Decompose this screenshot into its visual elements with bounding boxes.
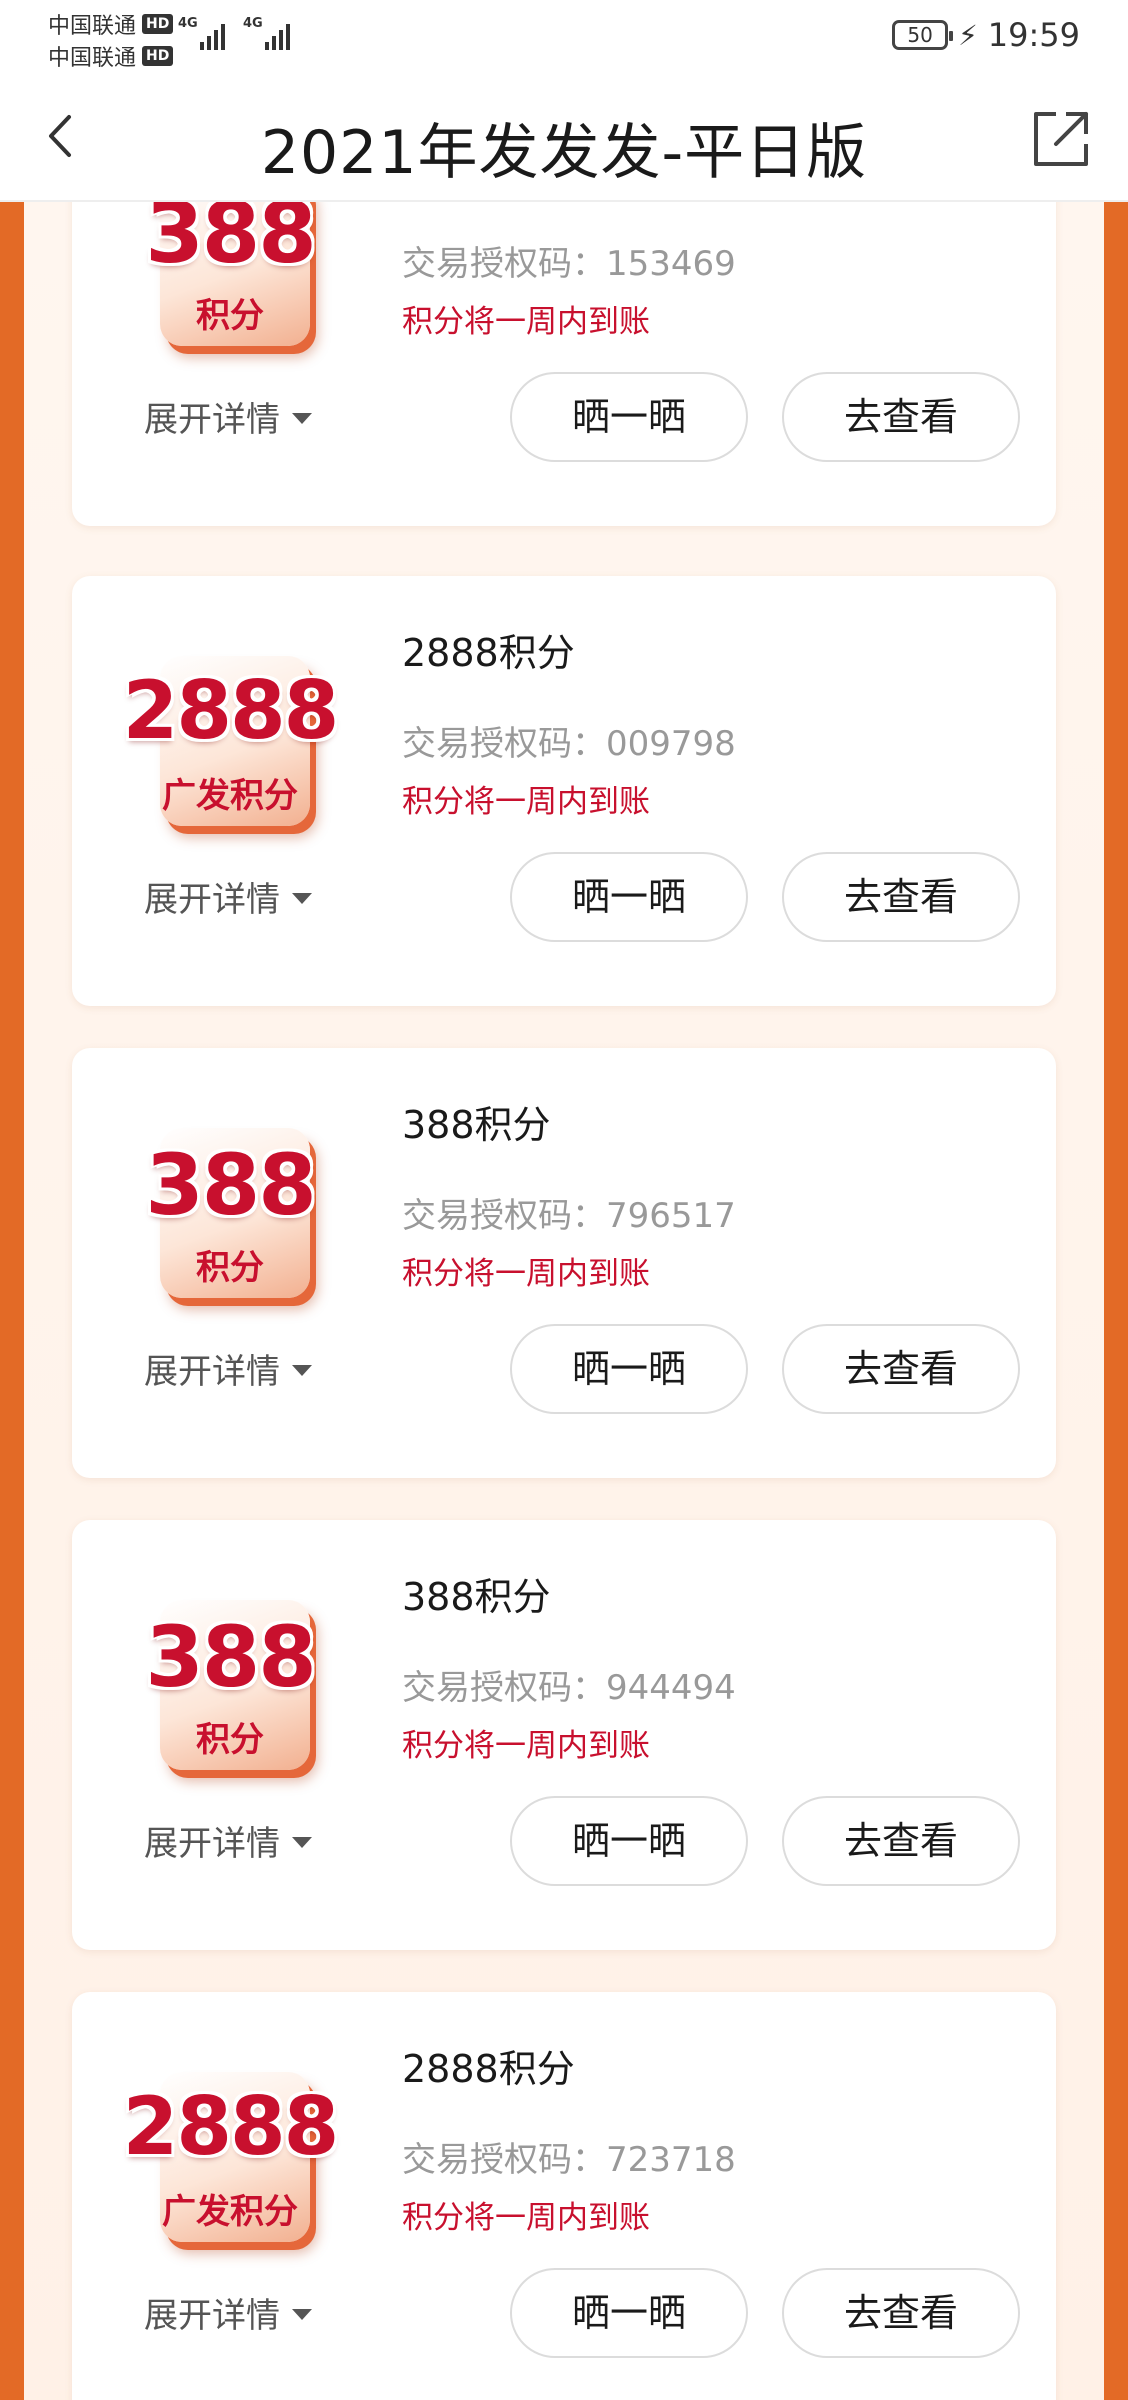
auth-code: 交易授权码：009798 bbox=[402, 724, 736, 764]
signal-icon: 4G bbox=[178, 16, 225, 50]
hd-badge-1: HD bbox=[142, 14, 174, 34]
auth-code: 交易授权码：723718 bbox=[402, 2140, 736, 2180]
points-badge-icon: 388 积分 bbox=[130, 1108, 330, 1318]
badge-unit: 积分 bbox=[196, 296, 264, 336]
network-type-2: 4G bbox=[243, 16, 263, 31]
signal-indicators: 4G 4G bbox=[178, 16, 290, 50]
badge-points: 2888 bbox=[122, 664, 340, 757]
caret-down-icon bbox=[292, 413, 312, 424]
arrival-note: 积分将一周内到账 bbox=[402, 1256, 650, 1292]
arrival-note: 积分将一周内到账 bbox=[402, 784, 650, 820]
points-badge-icon: 388 积分 bbox=[130, 1580, 330, 1790]
external-link-icon bbox=[1034, 112, 1088, 166]
expand-details-toggle[interactable]: 展开详情 bbox=[144, 872, 312, 921]
view-button[interactable]: 去查看 bbox=[782, 1796, 1020, 1886]
reward-card: 2888 广发积分 2888积分 交易授权码：009798 积分将一周内到账 展… bbox=[72, 576, 1056, 1006]
expand-label: 展开详情 bbox=[144, 1824, 280, 1864]
battery-icon: 50 bbox=[892, 20, 954, 50]
external-share-button[interactable] bbox=[1028, 106, 1094, 172]
share-button[interactable]: 晒一晒 bbox=[510, 2268, 748, 2358]
badge-unit: 积分 bbox=[196, 1720, 264, 1760]
badge-unit: 广发积分 bbox=[162, 2192, 298, 2232]
badge-unit: 积分 bbox=[196, 1248, 264, 1288]
card-title: 2888积分 bbox=[402, 2047, 575, 2091]
badge-points: 388 bbox=[145, 1136, 316, 1234]
expand-label: 展开详情 bbox=[144, 1352, 280, 1392]
card-title: 388积分 bbox=[402, 1575, 551, 1619]
share-button[interactable]: 晒一晒 bbox=[510, 852, 748, 942]
caret-down-icon bbox=[292, 1837, 312, 1848]
badge-unit: 广发积分 bbox=[162, 776, 298, 816]
view-button[interactable]: 去查看 bbox=[782, 2268, 1020, 2358]
badge-points: 2888 bbox=[122, 2080, 340, 2173]
carrier-2: 中国联通 HD bbox=[48, 40, 174, 72]
expand-details-toggle[interactable]: 展开详情 bbox=[144, 2288, 312, 2337]
auth-code: 交易授权码：153469 bbox=[402, 244, 736, 284]
carrier-1: 中国联通 HD bbox=[48, 8, 174, 40]
view-button[interactable]: 去查看 bbox=[782, 372, 1020, 462]
share-button[interactable]: 晒一晒 bbox=[510, 1324, 748, 1414]
page-title: 2021年发发发-平日版 bbox=[260, 118, 868, 188]
reward-list-area: 388 积分 交易授权码：153469 积分将一周内到账 展开详情 晒一晒 去查… bbox=[0, 202, 1128, 2400]
network-type-1: 4G bbox=[178, 16, 198, 31]
badge-points: 388 bbox=[145, 1608, 316, 1706]
view-button[interactable]: 去查看 bbox=[782, 1324, 1020, 1414]
points-badge-icon: 2888 广发积分 bbox=[123, 2052, 339, 2262]
charging-icon: ⚡ bbox=[958, 18, 978, 52]
expand-details-toggle[interactable]: 展开详情 bbox=[144, 1816, 312, 1865]
expand-details-toggle[interactable]: 展开详情 bbox=[144, 1344, 312, 1393]
points-badge-icon: 2888 广发积分 bbox=[123, 636, 339, 846]
auth-code: 交易授权码：944494 bbox=[402, 1668, 736, 1708]
badge-points: 388 bbox=[145, 202, 316, 282]
expand-label: 展开详情 bbox=[144, 2296, 280, 2336]
share-button[interactable]: 晒一晒 bbox=[510, 1796, 748, 1886]
reward-card: 2888 广发积分 2888积分 交易授权码：723718 积分将一周内到账 展… bbox=[72, 1992, 1056, 2400]
caret-down-icon bbox=[292, 1365, 312, 1376]
points-badge-icon: 388 积分 bbox=[130, 202, 330, 366]
hd-badge-2: HD bbox=[142, 46, 174, 66]
expand-details-toggle[interactable]: 展开详情 bbox=[144, 392, 312, 441]
reward-card: 388 积分 388积分 交易授权码：796517 积分将一周内到账 展开详情 … bbox=[72, 1048, 1056, 1478]
arrival-note: 积分将一周内到账 bbox=[402, 1728, 650, 1764]
share-button[interactable]: 晒一晒 bbox=[510, 372, 748, 462]
auth-code: 交易授权码：796517 bbox=[402, 1196, 736, 1236]
reward-card: 388 积分 交易授权码：153469 积分将一周内到账 展开详情 晒一晒 去查… bbox=[72, 202, 1056, 526]
status-bar: 中国联通 HD 中国联通 HD 4G 4G 50 ⚡ 19:59 bbox=[0, 0, 1128, 76]
reward-card: 388 积分 388积分 交易授权码：944494 积分将一周内到账 展开详情 … bbox=[72, 1520, 1056, 1950]
caret-down-icon bbox=[292, 893, 312, 904]
signal-icon: 4G bbox=[243, 16, 290, 50]
status-right: 50 ⚡ 19:59 bbox=[892, 16, 1080, 54]
arrival-note: 积分将一周内到账 bbox=[402, 304, 650, 340]
caret-down-icon bbox=[292, 2309, 312, 2320]
clock: 19:59 bbox=[987, 16, 1080, 54]
expand-label: 展开详情 bbox=[144, 400, 280, 440]
card-title: 388积分 bbox=[402, 1103, 551, 1147]
expand-label: 展开详情 bbox=[144, 880, 280, 920]
view-button[interactable]: 去查看 bbox=[782, 852, 1020, 942]
carrier-2-name: 中国联通 bbox=[48, 46, 137, 71]
arrival-note: 积分将一周内到账 bbox=[402, 2200, 650, 2236]
card-title: 2888积分 bbox=[402, 631, 575, 675]
carrier-1-name: 中国联通 bbox=[48, 14, 137, 39]
nav-bar: 2021年发发发-平日版 bbox=[0, 76, 1128, 202]
